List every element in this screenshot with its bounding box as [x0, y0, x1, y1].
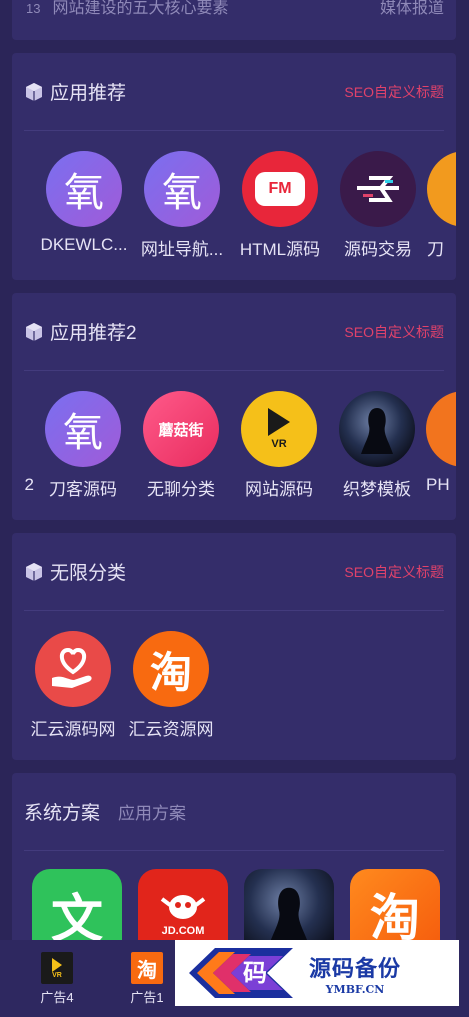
- app-item[interactable]: 氧 DKEWLC...: [35, 151, 133, 260]
- banner-text: 源码备份 YMBF.CN: [309, 951, 401, 996]
- bottom-ad-item[interactable]: VR 广告4: [12, 940, 102, 1006]
- app-label: 刀客源码: [49, 480, 117, 499]
- banner-chinese: 源码备份: [309, 955, 402, 982]
- mogujie-icon: 蘑菇街: [143, 391, 219, 467]
- section-title: 应用推荐: [50, 83, 127, 104]
- app-label: 网址导航...: [140, 240, 224, 259]
- svg-text:码: 码: [243, 958, 267, 987]
- bottom-ad-label: 广告4: [40, 990, 74, 1005]
- app-list: 氧 DKEWLC... 氧 网址导航... FM HTML源码 源码交易 刀: [35, 131, 456, 260]
- app-label: HTML源码: [239, 240, 321, 259]
- glitch-logo-icon: [340, 151, 416, 227]
- app-item[interactable]: 源码交易: [329, 151, 427, 260]
- news-number: 13: [26, 1, 41, 16]
- app-label: 网站源码: [245, 480, 313, 499]
- section-header: 无限分类 SEO自定义标题: [24, 533, 444, 611]
- tab-app-solution[interactable]: 应用方案: [118, 799, 186, 824]
- app-label: DKEWLC...: [40, 235, 128, 254]
- cube-icon: [26, 322, 42, 341]
- banner-english: YMBF.CN: [325, 982, 385, 996]
- section-header: 应用推荐 SEO自定义标题: [24, 53, 444, 131]
- section-header: 应用推荐2 SEO自定义标题: [24, 293, 444, 371]
- section-more-link[interactable]: SEO自定义标题: [344, 322, 444, 342]
- news-card: 13 网站建设的五大核心要素 媒体报道: [12, 0, 456, 40]
- section-app-recommend-2: 应用推荐2 SEO自定义标题 2 氧 刀客源码 蘑菇街 无聊分类 VR 网站源码: [12, 293, 456, 520]
- app-item[interactable]: 汇云源码网: [24, 631, 122, 740]
- taobao-icon: 淘: [131, 952, 163, 984]
- app-item[interactable]: 2: [12, 391, 34, 500]
- solutions-tabs: 系统方案 应用方案: [24, 773, 444, 851]
- ymbf-logo: 码: [189, 948, 293, 998]
- oxygen-logo-icon: 氧: [46, 151, 122, 227]
- section-more-link[interactable]: SEO自定义标题: [344, 562, 444, 582]
- oxygen-logo-icon: 氧: [45, 391, 121, 467]
- section-app-recommend: 应用推荐 SEO自定义标题 氧 DKEWLC... 氧 网址导航... FM H…: [12, 53, 456, 280]
- heart-hand-icon: [35, 631, 111, 707]
- tab-system-solution[interactable]: 系统方案: [24, 798, 100, 825]
- bottom-ad-label: 广告1: [130, 990, 164, 1005]
- app-item[interactable]: VR 网站源码: [230, 391, 328, 500]
- cube-icon: [26, 562, 42, 581]
- app-label: 刀: [427, 240, 444, 259]
- section-more-link[interactable]: SEO自定义标题: [344, 82, 444, 102]
- vr-play-icon: VR: [41, 952, 73, 984]
- orange-partial-icon: [427, 151, 456, 227]
- orange-partial-icon: [426, 391, 456, 467]
- vr-play-icon: VR: [241, 391, 317, 467]
- app-item[interactable]: 淘 汇云资源网: [122, 631, 220, 740]
- section-title: 无限分类: [50, 563, 127, 584]
- app-label: 汇云源码网: [30, 720, 116, 739]
- section-title: 应用推荐2: [50, 323, 137, 344]
- news-category: 媒体报道: [379, 0, 444, 17]
- app-label: 织梦模板: [343, 480, 411, 499]
- section-categories: 无限分类 SEO自定义标题 汇云源码网 淘 汇云资源网: [12, 533, 456, 760]
- cube-icon: [26, 82, 42, 101]
- news-title: 网站建设的五大核心要素: [52, 0, 229, 17]
- fm-radio-icon: FM: [242, 151, 318, 227]
- watermark-banner[interactable]: 码 源码备份 YMBF.CN: [175, 940, 459, 1006]
- oxygen-logo-icon: 氧: [144, 151, 220, 227]
- taobao-icon: 淘: [133, 631, 209, 707]
- app-item[interactable]: 刀: [427, 151, 456, 260]
- app-item[interactable]: 氧 刀客源码: [34, 391, 132, 500]
- app-item[interactable]: 蘑菇街 无聊分类: [132, 391, 230, 500]
- app-label: 源码交易: [344, 240, 412, 259]
- app-list: 2 氧 刀客源码 蘑菇街 无聊分类 VR 网站源码 织梦模板 PH: [12, 371, 456, 500]
- app-item[interactable]: PH: [426, 391, 456, 500]
- app-label: 2: [24, 475, 34, 494]
- app-item[interactable]: 氧 网址导航...: [133, 151, 231, 260]
- silhouette-icon: [339, 391, 415, 467]
- app-label: PH: [426, 475, 450, 494]
- app-item[interactable]: 织梦模板: [328, 391, 426, 500]
- app-item[interactable]: FM HTML源码: [231, 151, 329, 260]
- app-label: 汇云资源网: [128, 720, 214, 739]
- news-item[interactable]: 13 网站建设的五大核心要素 媒体报道: [26, 0, 444, 18]
- app-list: 汇云源码网 淘 汇云资源网: [24, 611, 456, 740]
- app-label: 无聊分类: [147, 480, 215, 499]
